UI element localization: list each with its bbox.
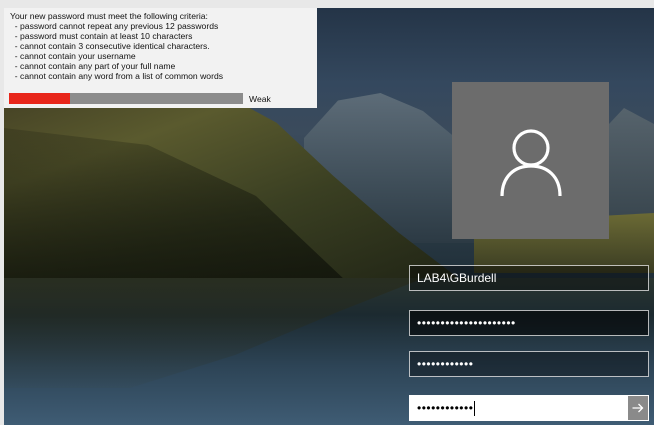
criteria-rule: - password cannot repeat any previous 12… xyxy=(10,21,219,31)
password-criteria-panel: Your new password must meet the followin… xyxy=(4,8,317,108)
strength-bar-track xyxy=(9,93,243,104)
text-cursor xyxy=(474,401,476,417)
strength-bar-fill xyxy=(9,93,70,104)
username-field[interactable]: LAB4\GBurdell xyxy=(409,265,649,291)
criteria-rule: - password must contain at least 10 char… xyxy=(10,31,193,41)
confirm-password-field[interactable]: •••••••••••• xyxy=(409,395,627,421)
new-password-field[interactable]: •••••••••••• xyxy=(409,351,649,377)
criteria-rule: - cannot contain any word from a list of… xyxy=(10,71,224,81)
password-strength-meter: Weak xyxy=(9,93,309,105)
criteria-rule: - cannot contain 3 consecutive identical… xyxy=(10,41,210,51)
current-password-field[interactable]: ••••••••••••••••••••• xyxy=(409,310,649,336)
criteria-rule: - cannot contain any part of your full n… xyxy=(10,61,176,71)
arrow-right-icon xyxy=(632,403,644,413)
criteria-rule: - cannot contain your username xyxy=(10,51,136,61)
submit-button[interactable] xyxy=(627,395,649,421)
criteria-heading: Your new password must meet the followin… xyxy=(10,11,208,21)
user-silhouette-icon xyxy=(499,128,562,196)
confirm-password-value: •••••••••••• xyxy=(417,401,474,415)
user-avatar xyxy=(452,82,609,239)
strength-label: Weak xyxy=(249,94,271,104)
